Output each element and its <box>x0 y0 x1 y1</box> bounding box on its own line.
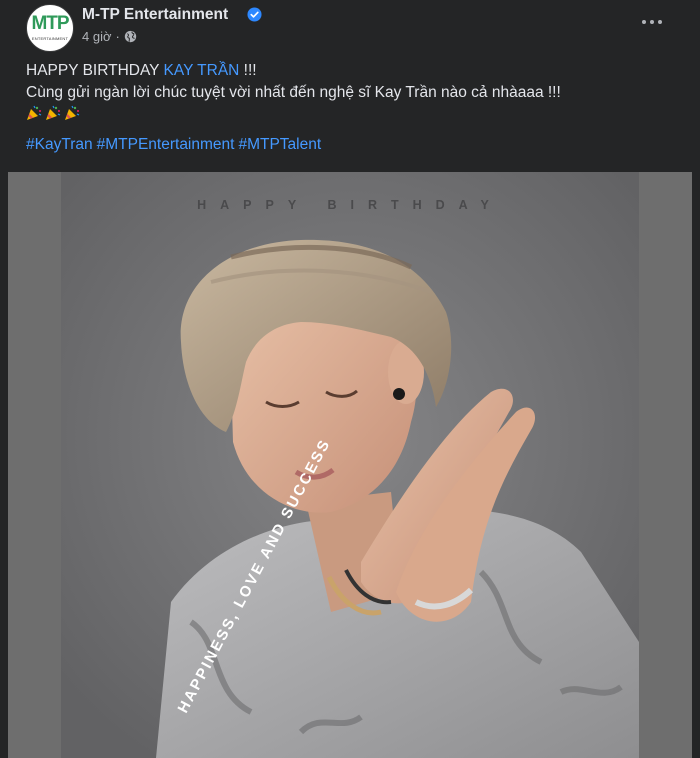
hashtags: #KayTran #MTPEntertainment #MTPTalent <box>26 136 325 154</box>
emoji-row <box>26 105 666 125</box>
page-name-link[interactable]: M-TP Entertainment <box>82 6 228 24</box>
party-popper-icon <box>65 105 80 120</box>
post-image[interactable]: HAPPY BIRTHDAY HAPPINESS, LOVE AND SUCCE… <box>8 172 692 758</box>
page-avatar[interactable]: MTP ENTERTAINMENT <box>26 4 74 52</box>
poster-slogan: HAPPINESS, LOVE AND SUCCESS <box>175 436 335 716</box>
mention-link[interactable]: KAY TRẦN <box>164 62 240 79</box>
hashtag-link[interactable]: #MTPEntertainment <box>97 136 235 153</box>
hashtag-link[interactable]: #KayTran <box>26 136 93 153</box>
party-popper-icon <box>27 105 42 120</box>
globe-icon[interactable] <box>124 30 137 43</box>
hashtag-link[interactable]: #MTPTalent <box>238 136 321 153</box>
more-options-icon[interactable] <box>640 12 664 32</box>
post-header: MTP ENTERTAINMENT M-TP Entertainment 4 g… <box>0 0 700 56</box>
post-line-1: HAPPY BIRTHDAY KAY TRẦN !!! <box>26 62 257 79</box>
post-timestamp[interactable]: 4 giờ <box>82 29 112 44</box>
facebook-post: MTP ENTERTAINMENT M-TP Entertainment 4 g… <box>0 0 700 758</box>
slogan-text: HAPPINESS, LOVE AND SUCCESS <box>175 436 335 716</box>
post-line-2: Cùng gửi ngàn lời chúc tuyệt vời nhất đế… <box>26 84 561 101</box>
avatar-subtext: ENTERTAINMENT <box>31 36 69 41</box>
avatar-logo: MTP <box>31 13 69 34</box>
party-popper-icon <box>46 105 61 120</box>
verified-badge-icon <box>247 7 262 22</box>
post-text: HAPPY BIRTHDAY KAY TRẦN !!! Cùng gửi ngà… <box>26 60 666 125</box>
birthday-poster: HAPPY BIRTHDAY HAPPINESS, LOVE AND SUCCE… <box>61 172 639 758</box>
meta-separator: · <box>115 29 120 44</box>
post-meta: 4 giờ · <box>82 29 137 44</box>
